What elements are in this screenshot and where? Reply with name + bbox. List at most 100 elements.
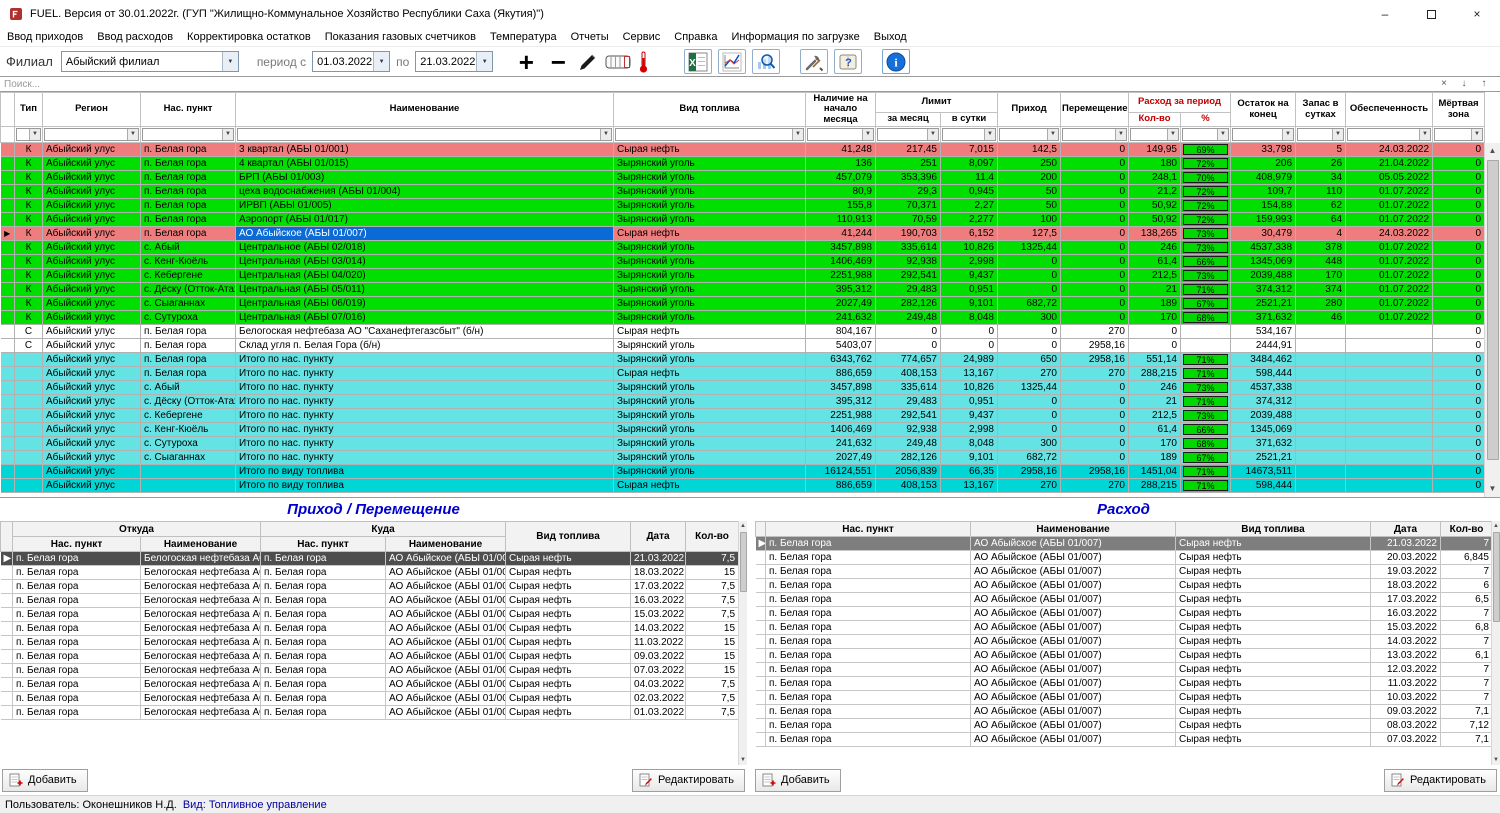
- cell-pct[interactable]: 71%: [1181, 395, 1231, 409]
- cell-tn[interactable]: АО Абыйское (АБЫ 01/007): [386, 636, 506, 650]
- column-header-prihod[interactable]: Приход: [998, 93, 1061, 127]
- rashod-table-scrollbar[interactable]: ▲ ▼: [1491, 521, 1500, 765]
- scrollbar-thumb[interactable]: [740, 532, 747, 592]
- cell-mz[interactable]: 0: [1433, 437, 1485, 451]
- cell-name[interactable]: цеха водоснабжения (АБЫ 01/004): [236, 185, 614, 199]
- cell-tn[interactable]: АО Абыйское (АБЫ 01/007): [386, 706, 506, 720]
- cell-ost[interactable]: 4537,338: [1231, 241, 1296, 255]
- cell-reg[interactable]: Абыйский улус: [43, 241, 141, 255]
- column-header-rashod-pct[interactable]: %: [1181, 113, 1231, 127]
- column-header-ostatok[interactable]: Остаток на конец: [1231, 93, 1296, 127]
- cell-rq[interactable]: 246: [1129, 381, 1181, 395]
- cell-zap[interactable]: 46: [1296, 311, 1346, 325]
- cell-nach[interactable]: 1406,469: [806, 255, 876, 269]
- cell-name[interactable]: АО Абыйское (АБЫ 01/007): [971, 551, 1176, 565]
- cell-name[interactable]: АО Абыйское (АБЫ 01/007): [971, 677, 1176, 691]
- cell-pct[interactable]: 72%: [1181, 199, 1231, 213]
- cell-fuel[interactable]: Зырянский уголь: [614, 255, 806, 269]
- cell-qty[interactable]: 7,5: [686, 678, 739, 692]
- cell-reg[interactable]: Абыйский улус: [43, 283, 141, 297]
- cell-set[interactable]: п. Белая гора: [766, 677, 971, 691]
- cell-pm[interactable]: 0: [1061, 199, 1129, 213]
- cell-fuel[interactable]: Зырянский уголь: [614, 395, 806, 409]
- cell-date[interactable]: 17.03.2022: [631, 580, 686, 594]
- cell-ld[interactable]: 2,998: [941, 255, 998, 269]
- cell-lm[interactable]: 335,614: [876, 381, 941, 395]
- column-filter-dropdown[interactable]: ▼: [44, 128, 139, 141]
- cell-fuel[interactable]: Сырая нефть: [1176, 649, 1371, 663]
- cell-t[interactable]: К: [15, 143, 43, 157]
- cell-fuel[interactable]: Зырянский уголь: [614, 199, 806, 213]
- cell-zap[interactable]: 64: [1296, 213, 1346, 227]
- row-selector[interactable]: [1, 381, 15, 395]
- row-selector[interactable]: [1, 594, 13, 608]
- cell-zap[interactable]: 110: [1296, 185, 1346, 199]
- cell-t[interactable]: К: [15, 185, 43, 199]
- table-row[interactable]: Абыйский улусп. Белая гораИтого по нас. …: [1, 367, 1485, 381]
- column-header-obespechennost[interactable]: Обеспеченность: [1346, 93, 1433, 127]
- row-selector[interactable]: [756, 719, 766, 733]
- cell-zap[interactable]: 374: [1296, 283, 1346, 297]
- cell-pm[interactable]: 2958,16: [1061, 339, 1129, 353]
- cell-fuel[interactable]: Сырая нефть: [614, 143, 806, 157]
- cell-rq[interactable]: 170: [1129, 311, 1181, 325]
- cell-ost[interactable]: 14673,511: [1231, 465, 1296, 479]
- row-selector[interactable]: [1, 213, 15, 227]
- column-header-from-name[interactable]: Наименование: [141, 537, 261, 552]
- cell-nach[interactable]: 6343,762: [806, 353, 876, 367]
- column-filter-dropdown[interactable]: ▼: [942, 128, 996, 141]
- cell-fuel[interactable]: Зырянский уголь: [614, 339, 806, 353]
- cell-pct[interactable]: 73%: [1181, 381, 1231, 395]
- cell-tn[interactable]: АО Абыйское (АБЫ 01/007): [386, 608, 506, 622]
- cell-qty[interactable]: 6,5: [1441, 593, 1493, 607]
- cell-date[interactable]: 01.03.2022: [631, 706, 686, 720]
- column-filter-dropdown[interactable]: ▼: [1297, 128, 1344, 141]
- cell-mz[interactable]: 0: [1433, 297, 1485, 311]
- cell-pm[interactable]: 2958,16: [1061, 465, 1129, 479]
- cell-date[interactable]: 09.03.2022: [631, 650, 686, 664]
- cell-ob[interactable]: 01.07.2022: [1346, 213, 1433, 227]
- cell-pct[interactable]: 71%: [1181, 479, 1231, 493]
- cell-reg[interactable]: Абыйский улус: [43, 171, 141, 185]
- cell-t[interactable]: К: [15, 269, 43, 283]
- cell-ts[interactable]: п. Белая гора: [261, 580, 386, 594]
- cell-fuel[interactable]: Сырая нефть: [506, 566, 631, 580]
- table-row[interactable]: КАбыйский улусп. Белая гораАэропорт (АБЫ…: [1, 213, 1485, 227]
- cell-mz[interactable]: 0: [1433, 213, 1485, 227]
- cell-date[interactable]: 07.03.2022: [631, 664, 686, 678]
- cell-reg[interactable]: Абыйский улус: [43, 381, 141, 395]
- cell-fs[interactable]: п. Белая гора: [13, 552, 141, 566]
- cell-set[interactable]: п. Белая гора: [766, 551, 971, 565]
- cell-ob[interactable]: [1346, 437, 1433, 451]
- cell-date[interactable]: 09.03.2022: [1371, 705, 1441, 719]
- column-header-qty[interactable]: Кол-во: [686, 522, 739, 552]
- cell-pm[interactable]: 0: [1061, 185, 1129, 199]
- cell-qty[interactable]: 15: [686, 566, 739, 580]
- row-selector[interactable]: [756, 635, 766, 649]
- column-filter-dropdown[interactable]: ▼: [16, 128, 41, 141]
- cell-fs[interactable]: п. Белая гора: [13, 594, 141, 608]
- cell-name[interactable]: АО Абыйское (АБЫ 01/007): [971, 565, 1176, 579]
- table-row[interactable]: КАбыйский улусп. Белая горацеха водоснаб…: [1, 185, 1485, 199]
- cell-pr[interactable]: 270: [998, 367, 1061, 381]
- minimize-button[interactable]: –: [1362, 0, 1408, 28]
- cell-fuel[interactable]: Сырая нефть: [506, 650, 631, 664]
- cell-nach[interactable]: 16124,551: [806, 465, 876, 479]
- cell-fn[interactable]: Белогоская нефтебаза АО "Саханефтегазсбы…: [141, 580, 261, 594]
- cell-lm[interactable]: 282,126: [876, 297, 941, 311]
- cell-qty[interactable]: 7,5: [686, 692, 739, 706]
- cell-reg[interactable]: Абыйский улус: [43, 395, 141, 409]
- cell-name[interactable]: ИРВП (АБЫ 01/005): [236, 199, 614, 213]
- scroll-up-button[interactable]: ▲: [1492, 521, 1500, 531]
- column-header-rashod[interactable]: Расход за период: [1129, 93, 1231, 113]
- column-header-date[interactable]: Дата: [631, 522, 686, 552]
- cell-zap[interactable]: [1296, 465, 1346, 479]
- column-header-limit[interactable]: Лимит: [876, 93, 998, 113]
- cell-zap[interactable]: [1296, 367, 1346, 381]
- cell-fuel[interactable]: Зырянский уголь: [614, 437, 806, 451]
- cell-ost[interactable]: 598,444: [1231, 367, 1296, 381]
- cell-fn[interactable]: Белогоская нефтебаза АО "Саханефтегазсбы…: [141, 622, 261, 636]
- cell-name[interactable]: Белогоская нефтебаза АО "Саханефтегазсбы…: [236, 325, 614, 339]
- cell-fs[interactable]: п. Белая гора: [13, 580, 141, 594]
- gas-meter-button[interactable]: [605, 52, 631, 72]
